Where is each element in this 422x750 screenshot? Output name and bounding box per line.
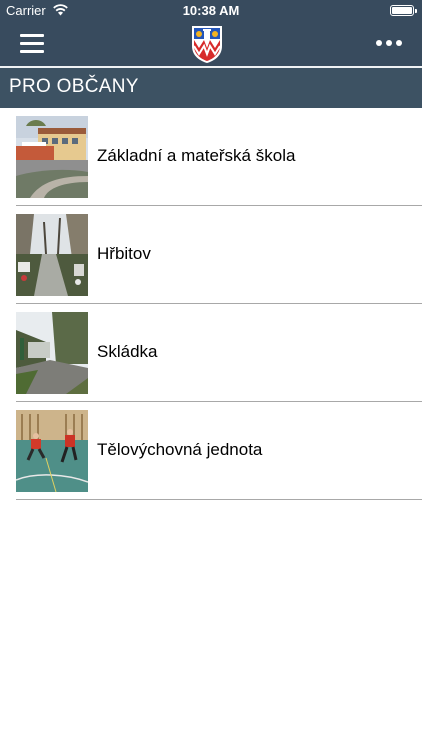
section-title: PRO OBČANY: [9, 76, 139, 97]
sports-hall-photo: [16, 410, 88, 492]
list-item-label: Základní a mateřská škola: [97, 146, 296, 165]
status-bar: Carrier 10:38 AM: [0, 0, 422, 22]
section-header: PRO OBČANY: [0, 68, 422, 108]
list-item-landfill[interactable]: Skládka: [0, 304, 422, 402]
cemetery-photo: [16, 214, 88, 296]
battery-icon: [390, 5, 417, 16]
hamburger-menu-icon[interactable]: [20, 34, 44, 54]
category-list: Základní a mateřská škola Hřbitov Skládk…: [0, 108, 422, 500]
navigation-bar: [0, 22, 422, 66]
list-item-sports[interactable]: Tělovýchovná jednota: [0, 402, 422, 500]
list-item-label: Tělovýchovná jednota: [97, 440, 263, 459]
list-item-cemetery[interactable]: Hřbitov: [0, 206, 422, 304]
landfill-road-photo: [16, 312, 88, 394]
list-item-label: Hřbitov: [97, 244, 151, 263]
clock: 10:38 AM: [182, 3, 240, 18]
list-item-label: Skládka: [97, 342, 158, 361]
list-item-school[interactable]: Základní a mateřská škola: [0, 108, 422, 206]
school-building-photo: [16, 116, 88, 198]
more-dots-icon[interactable]: [376, 38, 402, 48]
row-separator: [16, 499, 422, 500]
municipal-crest-logo: [192, 26, 222, 63]
